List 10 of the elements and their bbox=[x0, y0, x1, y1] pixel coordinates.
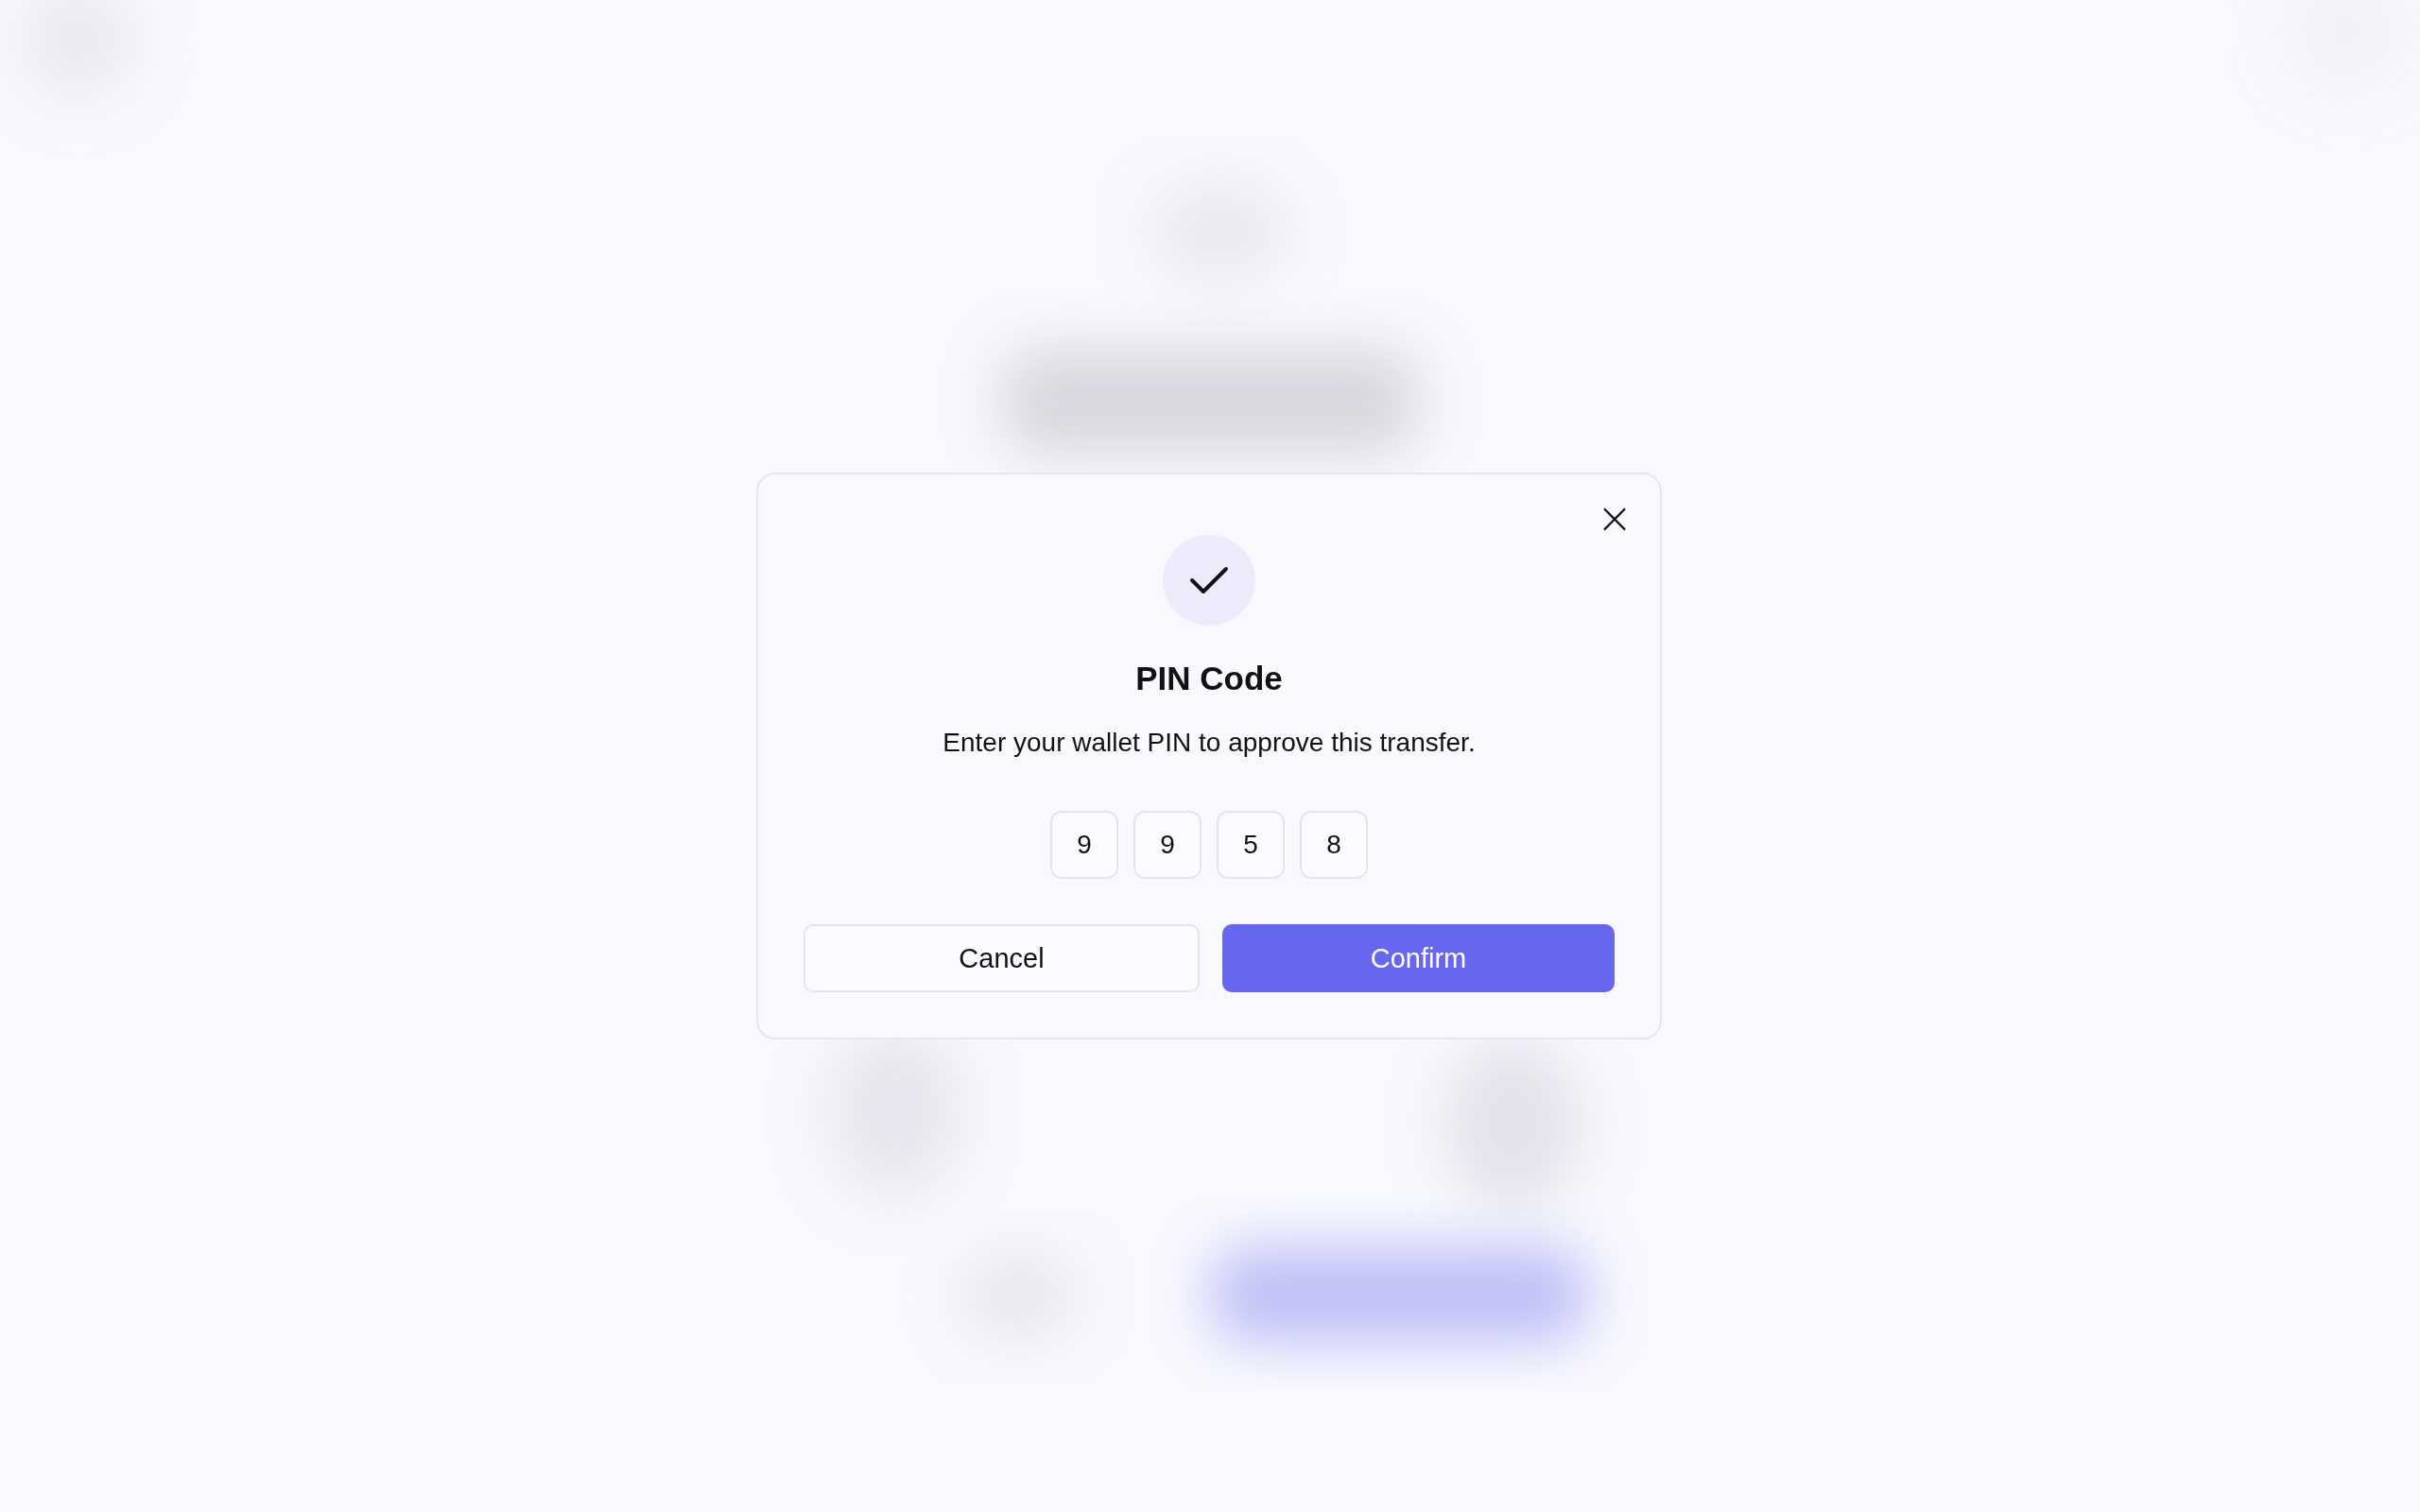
cancel-button[interactable]: Cancel bbox=[804, 924, 1200, 992]
pin-digit-field[interactable]: 9 bbox=[1050, 811, 1118, 879]
pin-digit-field[interactable]: 8 bbox=[1300, 811, 1368, 879]
pin-digit-field[interactable]: 9 bbox=[1133, 811, 1201, 879]
dialog-message: Enter your wallet PIN to approve this transfer. bbox=[942, 728, 1476, 758]
pin-digit-field[interactable]: 5 bbox=[1217, 811, 1285, 879]
dialog-title: PIN Code bbox=[1135, 660, 1283, 697]
checkmark-icon bbox=[1189, 565, 1229, 595]
confirm-button[interactable]: Confirm bbox=[1222, 924, 1615, 992]
close-button[interactable]: × bbox=[1594, 497, 1635, 539]
